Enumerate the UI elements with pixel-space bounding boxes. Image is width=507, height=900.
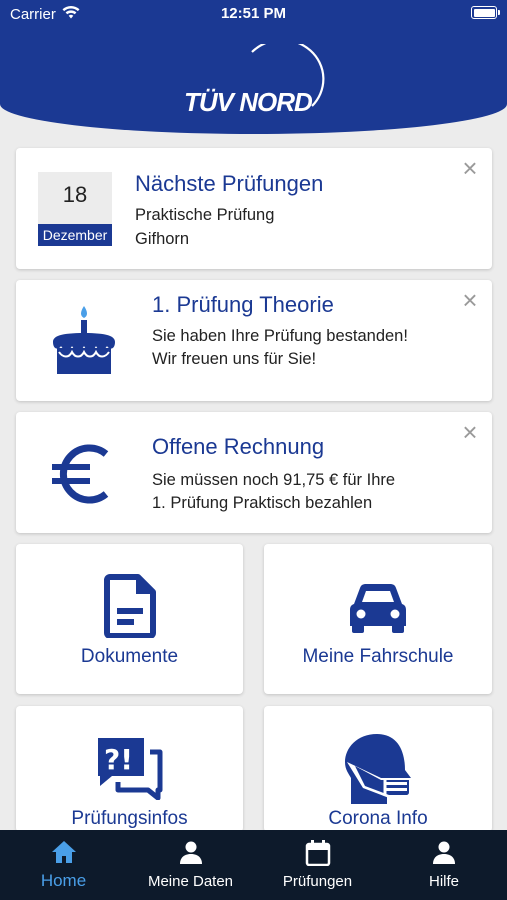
corona-info-label: Corona Info [328,808,428,829]
cake-icon [49,306,119,381]
tab-my-data-label: Meine Daten [147,873,234,890]
invoice-title: Offene Rechnung [152,434,325,459]
close-icon[interactable]: × [458,287,482,313]
next-exam-type: Praktische Prüfung [135,206,275,224]
driving-school-label: Meine Fahrschule [302,646,454,667]
question-chat-icon: ?! [16,734,243,800]
tab-my-data[interactable]: Meine Daten [127,830,254,900]
next-exam-title: Nächste Prüfungen [135,171,324,196]
theory-text: Sie haben Ihre Prüfung bestanden! Wir fr… [152,327,408,368]
documents-tile[interactable]: Dokumente [16,544,243,694]
invoice-text-line1: Sie müssen noch 91,75 € für Ihre [152,471,396,489]
next-exam-card[interactable]: 18 Dezember Nächste Prüfungen Praktische… [16,148,492,269]
battery-icon [471,6,500,19]
svg-text:?!: ?! [104,743,133,776]
close-icon[interactable]: × [458,419,482,445]
tab-help[interactable]: Hilfe [381,830,507,900]
tab-exams[interactable]: Prüfungen [254,830,381,900]
corona-info-tile[interactable]: Corona Info [264,706,492,832]
driving-school-tile[interactable]: Meine Fahrschule [264,544,492,694]
clock: 12:51 PM [220,5,287,22]
logo-text: TÜV NORD [184,87,313,117]
next-exam-location: Gifhorn [135,230,190,248]
documents-label: Dokumente [80,646,179,667]
calendar-month: Dezember [38,224,112,246]
exam-info-tile[interactable]: ?! Prüfungsinfos [16,706,243,832]
euro-icon [50,442,114,511]
exam-info-label: Prüfungsinfos [71,808,188,829]
car-icon [264,582,492,634]
mask-head-icon [264,732,492,808]
tab-help-label: Hilfe [428,873,459,890]
open-invoice-card[interactable]: Offene Rechnung Sie müssen noch 91,75 € … [16,412,492,533]
calendar-day: 18 [62,182,88,207]
status-bar: Carrier 12:51 PM [0,0,507,30]
tab-exams-label: Prüfungen [282,873,353,890]
calendar-icon: 18 Dezember [38,172,112,246]
tab-home-label: Home [40,871,87,890]
calendar-icon [254,840,381,866]
document-icon [16,574,243,638]
app-header: Carrier 12:51 PM TÜV NORD [0,0,507,134]
theory-title: 1. Prüfung Theorie [152,292,334,317]
person-icon [127,840,254,864]
home-icon [0,840,127,864]
invoice-text-line2: 1. Prüfung Praktisch bezahlen [152,494,373,512]
tab-home[interactable]: Home [0,830,127,900]
theory-result-card[interactable]: 1. Prüfung Theorie Sie haben Ihre Prüfun… [16,280,492,401]
tab-bar: Home Meine Daten Prüfungen Hilfe [0,830,507,900]
close-icon[interactable]: × [458,155,482,181]
person-icon [381,840,507,864]
tuv-nord-logo: TÜV NORD [180,44,330,117]
